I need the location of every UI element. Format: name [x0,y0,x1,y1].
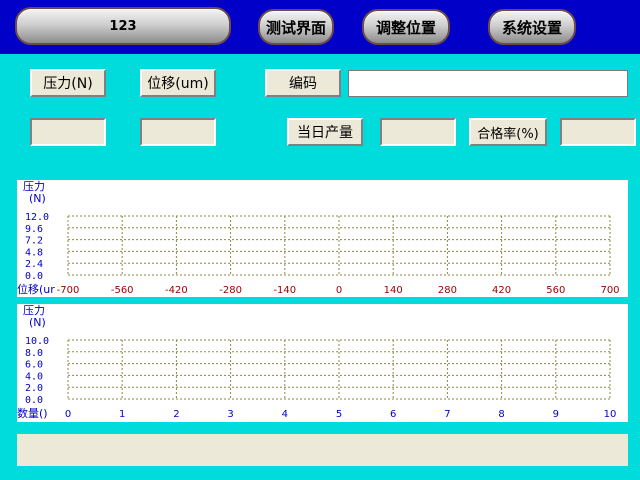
x-tick-label: 4 [282,409,288,420]
x-tick-label: 140 [384,285,403,296]
y-tick-label: 12.0 [25,212,49,223]
y-axis-unit: (N) [29,316,46,329]
x-tick-label: 10 [604,409,617,420]
x-tick-label: 2 [173,409,179,420]
status-bar [17,434,628,466]
x-tick-label: 7 [444,409,450,420]
y-tick-label: 0.0 [25,271,43,282]
pass-rate-label[interactable]: 合格率(%) [469,118,547,146]
y-tick-label: 7.2 [25,236,43,247]
x-tick-label: 3 [227,409,233,420]
y-tick-label: 6.0 [25,360,43,371]
pressure-label[interactable]: 压力(N) [30,69,106,97]
x-tick-label: 9 [553,409,559,420]
x-tick-label: 700 [600,285,619,296]
title-display: 123 [15,7,231,45]
y-tick-label: 8.0 [25,348,43,359]
pressure-displacement-chart: 压力 (N) 12.0 9.6 7.2 4.8 2.4 0.0 位移(ur -700 -560 -42… [17,180,628,297]
system-settings-button[interactable]: 系统设置 [488,9,576,45]
x-axis-title: 数量() [17,407,48,420]
x-tick-label: 280 [438,285,457,296]
pressure-count-chart: 压力 (N) 10.0 8.0 6.0 4.0 2.0 0.0 数量() 0 1 2 3 4 5 6 7 8 9 10 [17,304,628,422]
x-tick-label: 8 [498,409,504,420]
x-tick-label: 0 [336,285,342,296]
chart-svg: 压力(N)12.09.67.24.82.40.0位移(ur -700 -560 -42… [17,180,620,296]
pass-rate-field [560,118,636,146]
y-tick-label: 10.0 [25,336,49,347]
x-axis-title: 位移(ur [17,282,55,296]
y-tick-label: 2.0 [25,383,43,394]
x-tick-label: 420 [492,285,511,296]
y-tick-label: 0.0 [25,395,43,406]
y-tick-label: 4.8 [25,247,43,258]
y-axis-unit: (N) [29,192,46,205]
chart-svg: 压力(N)10.08.06.04.02.00.0数量() 0 1 2 3 4 5 6 7 8 9 10 [17,304,617,420]
displacement-label[interactable]: 位移(um) [140,69,216,97]
x-tick-label: -280 [219,285,242,296]
x-tick-label: 0 [65,409,71,420]
x-tick-label: -420 [165,285,188,296]
x-tick-label: 6 [390,409,396,420]
y-tick-label: 4.0 [25,371,43,382]
y-tick-label: 9.6 [25,224,43,235]
daily-output-label[interactable]: 当日产量 [287,118,363,146]
code-label[interactable]: 编码 [265,69,341,97]
pressure-value-field [30,118,106,146]
test-screen-button[interactable]: 测试界面 [258,9,334,45]
x-tick-label: -560 [111,285,134,296]
x-tick-label: -700 [57,285,80,296]
code-field[interactable] [348,70,628,97]
displacement-value-field [140,118,216,146]
adjust-position-button[interactable]: 调整位置 [362,9,450,45]
y-tick-label: 2.4 [25,259,43,270]
x-tick-label: 1 [119,409,125,420]
daily-output-field [380,118,456,146]
x-tick-label: -140 [273,285,296,296]
x-tick-label: 5 [336,409,342,420]
x-tick-label: 560 [546,285,565,296]
